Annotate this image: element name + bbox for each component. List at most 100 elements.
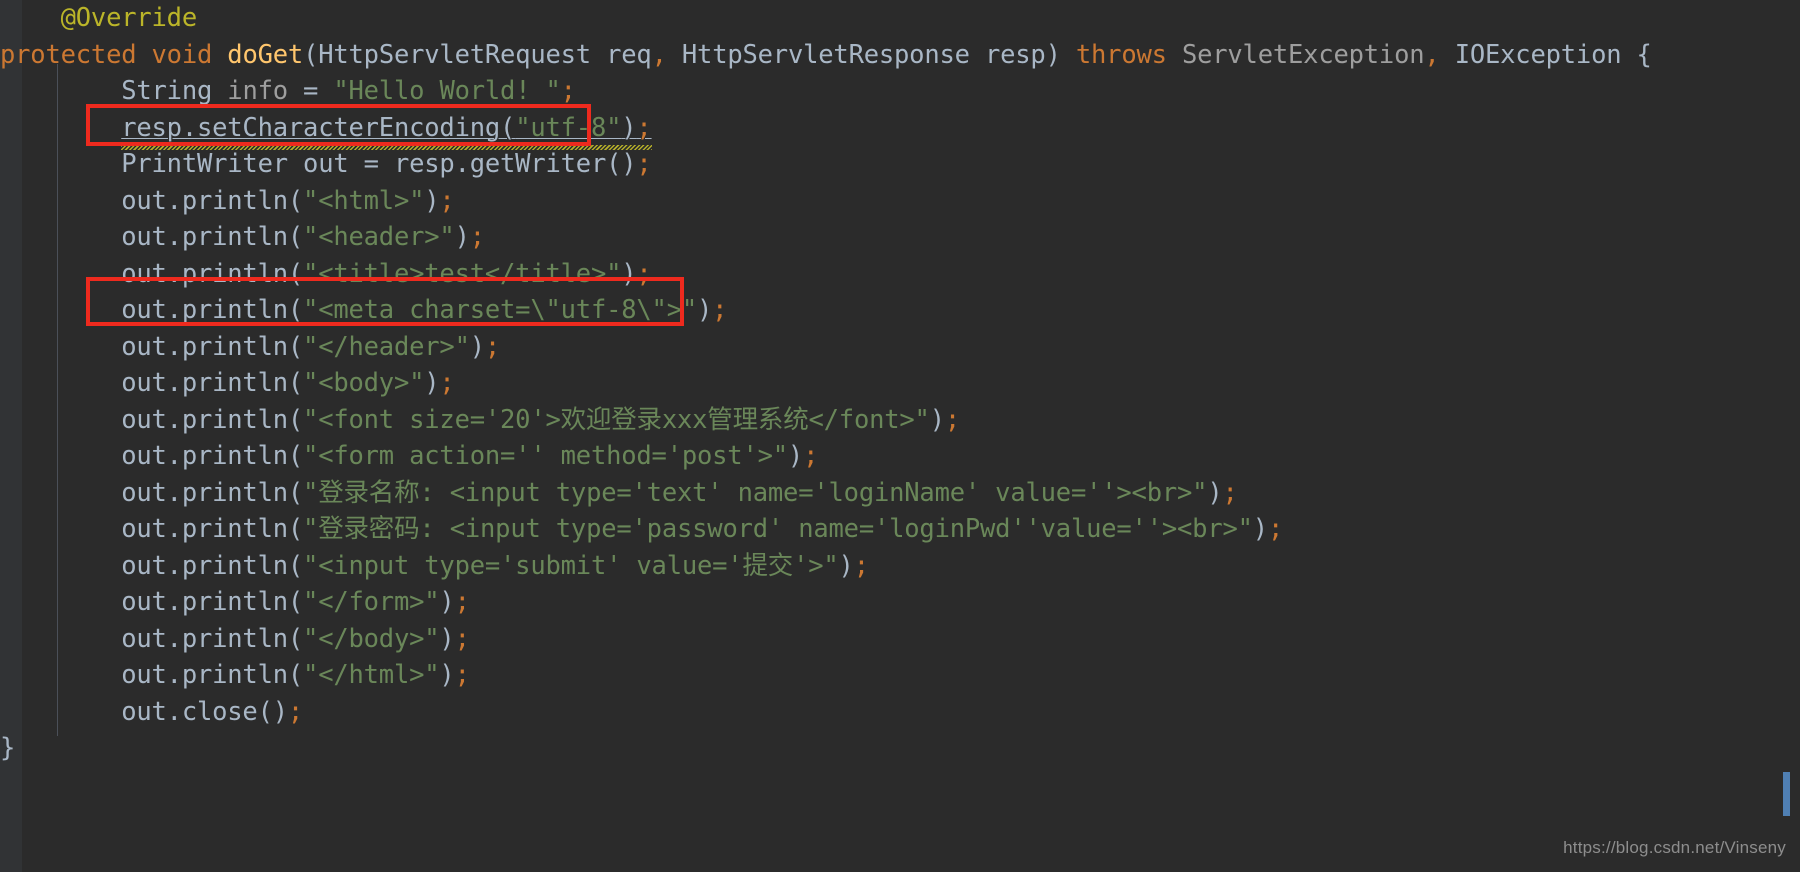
code-token: ; — [439, 185, 455, 216]
code-token: doGet — [227, 39, 304, 70]
code-line[interactable]: } — [0, 730, 1800, 767]
code-line[interactable]: out.println("<html>"); — [0, 183, 1800, 220]
code-token: out.println( — [121, 477, 304, 508]
code-tokens: out.println("<form action='' method='pos… — [121, 441, 818, 471]
code-token: ) — [454, 222, 470, 252]
code-token: ; — [454, 660, 470, 690]
code-token: ServletException — [1181, 39, 1425, 70]
code-line[interactable]: out.println("登录名称: <input type='text' na… — [0, 475, 1800, 512]
code-token: HttpServletRequest — [318, 39, 591, 70]
code-token: out.println( — [121, 222, 304, 252]
code-tokens: } — [0, 733, 15, 763]
code-token: ) — [621, 258, 637, 289]
code-tokens: out.println("</body>"); — [121, 624, 470, 654]
code-token: ) — [1207, 477, 1223, 508]
code-token: resp.setCharacterEncoding — [121, 112, 501, 143]
code-line[interactable]: out.println("<body>"); — [0, 365, 1800, 402]
code-tokens: out.println("</form>"); — [121, 587, 470, 617]
code-tokens: out.println("</html>"); — [121, 660, 470, 690]
code-token: @Override — [60, 3, 198, 33]
code-token: ; — [1267, 514, 1284, 544]
code-line[interactable]: out.close(); — [0, 694, 1800, 731]
code-token: "<body>" — [303, 368, 425, 398]
code-line[interactable]: out.println("</html>"); — [0, 657, 1800, 694]
code-token: out.println( — [121, 295, 304, 325]
code-token: out.close() — [121, 696, 288, 727]
code-tokens: out.println("<input type='submit' value=… — [121, 551, 869, 581]
code-tokens: @Override — [60, 3, 198, 33]
code-line[interactable]: out.println("</form>"); — [0, 584, 1800, 621]
code-token: ) — [469, 331, 485, 362]
code-tokens: protected void doGet(HttpServletRequest … — [0, 40, 1652, 70]
code-token: ; — [454, 587, 470, 617]
code-token: ) — [1045, 39, 1061, 70]
code-editor-screenshot: @Override protected void doGet(HttpServle… — [0, 0, 1800, 872]
code-line[interactable]: String info = "Hello World! "; — [0, 73, 1800, 110]
java-code-block[interactable]: @Override protected void doGet(HttpServle… — [0, 0, 1800, 767]
code-token: ; — [712, 295, 728, 325]
code-line[interactable]: out.println("<form action='' method='pos… — [0, 438, 1800, 475]
code-line[interactable]: out.println("<font size='20'>欢迎登录xxx管理系统… — [0, 402, 1800, 439]
code-tokens: out.println("<header>"); — [121, 222, 485, 252]
code-line[interactable]: out.println("</body>"); — [0, 621, 1800, 658]
code-line[interactable]: out.println("</header>"); — [0, 329, 1800, 366]
code-tokens: out.println("<meta charset=\"utf-8\">"); — [121, 295, 727, 325]
code-token: "</header>" — [303, 331, 470, 362]
code-token: ) — [424, 185, 440, 216]
code-token: "<input type='submit' value='提交'>" — [303, 550, 839, 581]
code-tokens: out.println("<font size='20'>欢迎登录xxx管理系统… — [121, 405, 960, 435]
code-token: out.println( — [121, 185, 304, 216]
code-token: out.println( — [121, 441, 304, 471]
code-token: protected — [0, 39, 137, 70]
code-line[interactable]: out.println("<header>"); — [0, 219, 1800, 256]
code-token: , — [651, 39, 667, 70]
code-line[interactable]: resp.setCharacterEncoding("utf-8"); — [0, 110, 1800, 147]
code-line[interactable]: out.println("<title>test</title>"); — [0, 256, 1800, 293]
code-line[interactable]: protected void doGet(HttpServletRequest … — [0, 37, 1800, 74]
code-line[interactable]: out.println("<input type='submit' value=… — [0, 548, 1800, 585]
code-token: out.println( — [121, 258, 304, 289]
code-token: ; — [287, 696, 304, 727]
code-line[interactable]: PrintWriter out = resp.getWriter(); — [0, 146, 1800, 183]
code-token: "<html>" — [303, 185, 425, 216]
code-token: "</body>" — [303, 623, 440, 654]
code-line[interactable]: out.println("<meta charset=\"utf-8\">"); — [0, 292, 1800, 329]
code-token: out.println( — [121, 587, 304, 617]
code-token: ; — [803, 441, 819, 471]
code-token: ) — [697, 295, 713, 325]
code-token: ) — [439, 587, 455, 617]
code-token: out.println( — [121, 660, 304, 690]
code-tokens: PrintWriter out = resp.getWriter(); — [121, 149, 652, 179]
code-token: ; — [853, 550, 869, 581]
code-token: "<font size='20'>欢迎登录xxx管理系统</font>" — [303, 404, 930, 435]
code-token: "Hello World! " — [333, 76, 561, 106]
code-token: ; — [636, 258, 652, 289]
scroll-position-marker[interactable] — [1783, 772, 1790, 816]
code-token: "<form action='' method='post'>" — [303, 441, 788, 471]
code-token: ; — [560, 76, 576, 106]
watermark-text: https://blog.csdn.net/Vinseny — [1563, 838, 1786, 857]
code-token: throws — [1075, 39, 1167, 70]
code-line[interactable]: out.println("登录密码: <input type='password… — [0, 511, 1800, 548]
code-token: ; — [439, 368, 455, 398]
code-token: out.println( — [121, 623, 304, 654]
code-line[interactable]: @Override — [0, 0, 1800, 37]
code-token: String — [121, 76, 213, 106]
code-token: ; — [944, 404, 961, 435]
code-token: ) — [1252, 514, 1268, 544]
